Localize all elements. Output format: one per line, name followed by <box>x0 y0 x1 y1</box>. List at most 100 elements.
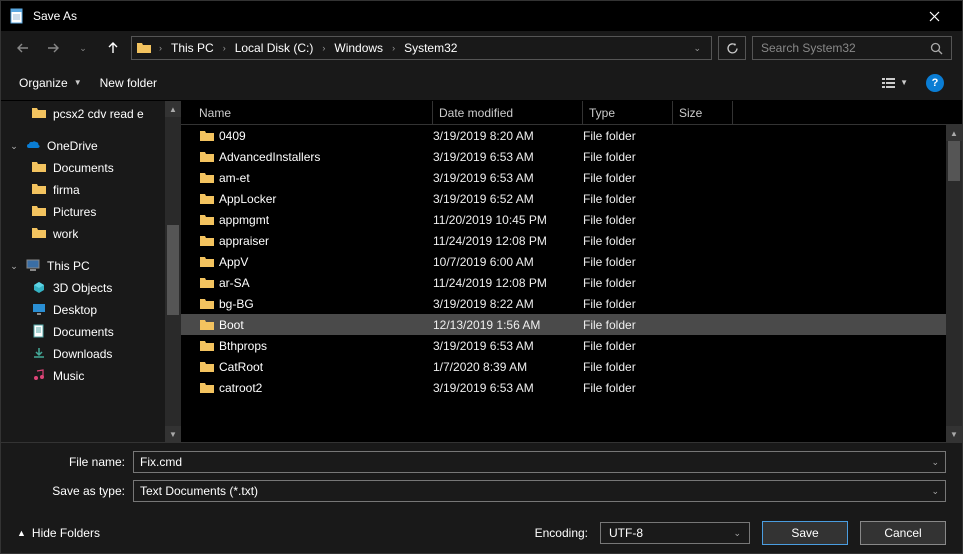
arrow-up-icon <box>106 41 120 55</box>
help-button[interactable]: ? <box>926 74 944 92</box>
sidebar-item-label: work <box>53 227 78 241</box>
chevron-down-icon[interactable]: ⌄ <box>9 261 19 272</box>
sidebar-item[interactable]: ⌄ This PC <box>1 255 181 277</box>
new-folder-button[interactable]: New folder <box>100 76 157 90</box>
sidebar-item[interactable]: Downloads <box>1 343 181 365</box>
column-size[interactable]: Size <box>673 101 733 124</box>
back-button[interactable] <box>11 36 35 60</box>
sidebar-item-label: 3D Objects <box>53 281 112 295</box>
encoding-select[interactable]: UTF-8 ⌄ <box>600 522 750 544</box>
sidebar: pcsx2 cdv read e⌄OneDriveDocumentsfirmaP… <box>1 101 181 442</box>
cancel-button[interactable]: Cancel <box>860 521 946 545</box>
content-area: pcsx2 cdv read e⌄OneDriveDocumentsfirmaP… <box>1 101 962 442</box>
folder-icon <box>199 381 219 395</box>
file-row[interactable]: ar-SA11/24/2019 12:08 PMFile folder <box>181 272 962 293</box>
folder-icon <box>199 360 219 374</box>
file-row[interactable]: AppLocker3/19/2019 6:52 AMFile folder <box>181 188 962 209</box>
chevron-down-icon[interactable]: ⌄ <box>931 486 939 497</box>
scroll-thumb[interactable] <box>167 225 179 315</box>
file-type: File folder <box>583 213 673 227</box>
file-row[interactable]: bg-BG3/19/2019 8:22 AMFile folder <box>181 293 962 314</box>
music-icon <box>31 368 47 385</box>
file-row[interactable]: Bthprops3/19/2019 6:53 AMFile folder <box>181 335 962 356</box>
scroll-up-icon[interactable]: ▲ <box>165 101 181 117</box>
sidebar-item[interactable]: 3D Objects <box>1 277 181 299</box>
sidebar-item[interactable]: ⌄ OneDrive <box>1 135 181 157</box>
file-date: 11/24/2019 12:08 PM <box>433 234 583 248</box>
sidebar-scrollbar[interactable]: ▲ ▼ <box>165 101 181 442</box>
sidebar-item[interactable]: work <box>1 223 181 245</box>
3d-icon <box>31 280 47 297</box>
sidebar-item-label: Pictures <box>53 205 96 219</box>
chevron-down-icon[interactable]: ⌄ <box>9 141 19 152</box>
file-row[interactable]: CatRoot1/7/2020 8:39 AMFile folder <box>181 356 962 377</box>
chevron-right-icon: › <box>220 43 229 53</box>
forward-button[interactable] <box>41 36 65 60</box>
search-input[interactable]: Search System32 <box>752 36 952 60</box>
sidebar-item[interactable]: Music <box>1 365 181 387</box>
saveastype-label: Save as type: <box>17 484 125 498</box>
save-button[interactable]: Save <box>762 521 848 545</box>
refresh-button[interactable] <box>718 36 746 60</box>
hide-folders-button[interactable]: ▲ Hide Folders <box>17 526 100 540</box>
column-type[interactable]: Type <box>583 101 673 124</box>
file-type: File folder <box>583 234 673 248</box>
scroll-down-icon[interactable]: ▼ <box>165 426 181 442</box>
file-row[interactable]: appraiser11/24/2019 12:08 PMFile folder <box>181 230 962 251</box>
folder-icon <box>199 234 219 248</box>
file-type: File folder <box>583 318 673 332</box>
recent-button[interactable]: ⌄ <box>71 36 95 60</box>
folder-icon <box>199 171 219 185</box>
sidebar-item-label: pcsx2 cdv read e <box>53 107 144 121</box>
sidebar-item[interactable]: pcsx2 cdv read e <box>1 103 181 125</box>
breadcrumb-item[interactable]: System32 <box>402 41 459 55</box>
scrollbar[interactable]: ▲ ▼ <box>946 125 962 442</box>
view-options-button[interactable]: ▼ <box>881 76 908 90</box>
sidebar-item-label: This PC <box>47 259 90 273</box>
column-name[interactable]: Name <box>193 101 433 124</box>
chevron-down-icon[interactable]: ⌄ <box>733 528 741 539</box>
save-as-dialog: Save As ⌄ › This PC › Local Disk (C:) › … <box>0 0 963 554</box>
file-row[interactable]: catroot23/19/2019 6:53 AMFile folder <box>181 377 962 398</box>
chevron-up-icon: ▲ <box>17 528 26 538</box>
file-row[interactable]: Boot12/13/2019 1:56 AMFile folder <box>181 314 962 335</box>
file-pane: Name Date modified Type Size 04093/19/20… <box>181 101 962 442</box>
file-name: 0409 <box>219 129 433 143</box>
column-date[interactable]: Date modified <box>433 101 583 124</box>
file-row[interactable]: AdvancedInstallers3/19/2019 6:53 AMFile … <box>181 146 962 167</box>
search-placeholder: Search System32 <box>761 41 856 55</box>
sidebar-item[interactable]: Desktop <box>1 299 181 321</box>
sidebar-item[interactable]: Documents <box>1 321 181 343</box>
breadcrumb-item[interactable]: Windows <box>332 41 385 55</box>
close-button[interactable] <box>914 1 954 31</box>
file-row[interactable]: appmgmt11/20/2019 10:45 PMFile folder <box>181 209 962 230</box>
address-bar[interactable]: › This PC › Local Disk (C:) › Windows › … <box>131 36 712 60</box>
saveastype-select[interactable]: Text Documents (*.txt) ⌄ <box>133 480 946 502</box>
file-date: 3/19/2019 6:52 AM <box>433 192 583 206</box>
scroll-thumb[interactable] <box>948 141 960 181</box>
organize-button[interactable]: Organize ▼ <box>19 76 82 90</box>
breadcrumb-item[interactable]: Local Disk (C:) <box>233 41 316 55</box>
file-row[interactable]: AppV10/7/2019 6:00 AMFile folder <box>181 251 962 272</box>
sidebar-item[interactable]: Pictures <box>1 201 181 223</box>
scroll-down-icon[interactable]: ▼ <box>946 426 962 442</box>
folder-icon <box>199 129 219 143</box>
arrow-right-icon <box>46 41 60 55</box>
up-button[interactable] <box>101 36 125 60</box>
scroll-up-icon[interactable]: ▲ <box>946 125 962 141</box>
file-type: File folder <box>583 150 673 164</box>
address-dropdown[interactable]: ⌄ <box>687 43 707 54</box>
file-date: 10/7/2019 6:00 AM <box>433 255 583 269</box>
file-type: File folder <box>583 381 673 395</box>
file-list[interactable]: 04093/19/2019 8:20 AMFile folderAdvanced… <box>181 125 962 442</box>
sidebar-item[interactable]: Documents <box>1 157 181 179</box>
file-row[interactable]: 04093/19/2019 8:20 AMFile folder <box>181 125 962 146</box>
file-date: 11/20/2019 10:45 PM <box>433 213 583 227</box>
sidebar-item[interactable]: firma <box>1 179 181 201</box>
docs-icon <box>31 324 47 341</box>
filename-input[interactable]: Fix.cmd ⌄ <box>133 451 946 473</box>
sidebar-item-label: OneDrive <box>47 139 98 153</box>
breadcrumb-item[interactable]: This PC <box>169 41 216 55</box>
file-row[interactable]: am-et3/19/2019 6:53 AMFile folder <box>181 167 962 188</box>
chevron-down-icon[interactable]: ⌄ <box>931 457 939 468</box>
